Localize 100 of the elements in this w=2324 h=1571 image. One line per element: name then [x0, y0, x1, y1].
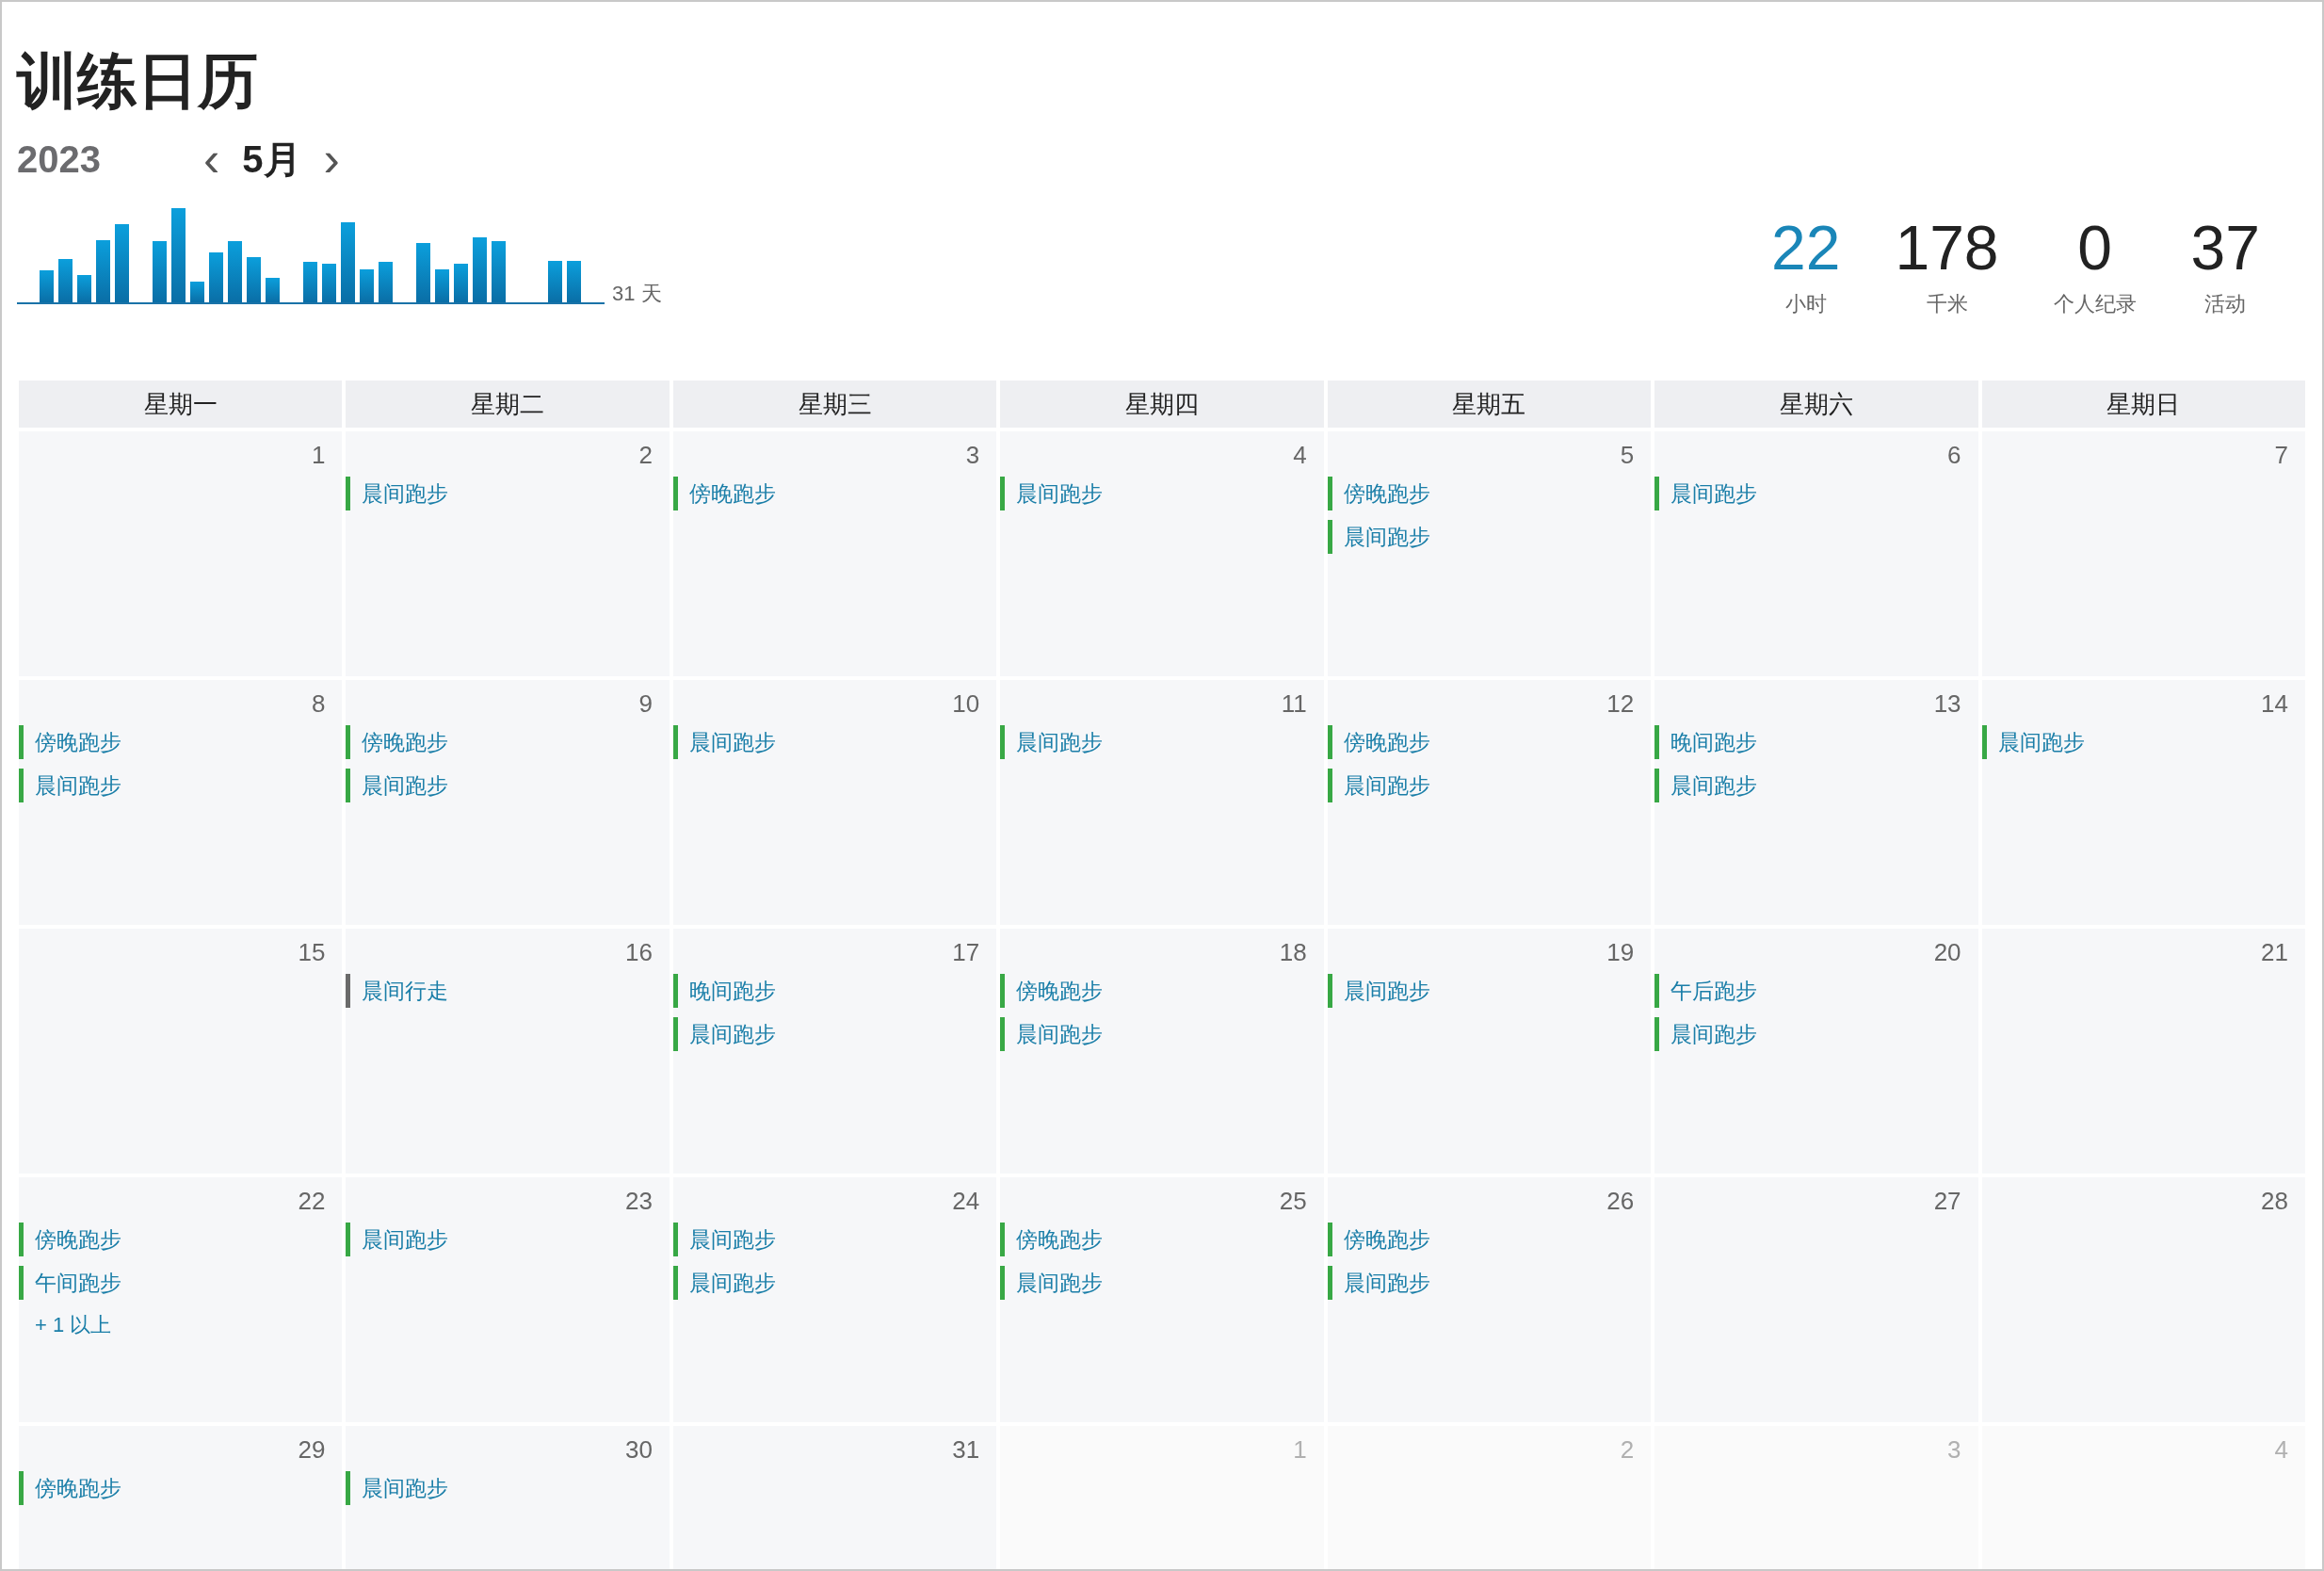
day-cell[interactable]: 23 晨间跑步 — [346, 1177, 670, 1422]
activity-type-bar — [1000, 1266, 1006, 1300]
activity-link[interactable]: 晨间跑步 — [1343, 1266, 1430, 1300]
previous-month-button[interactable]: ‹ — [196, 135, 228, 184]
day-cell[interactable]: 2 晨间跑步 — [346, 431, 670, 676]
activity-link[interactable]: 傍晚跑步 — [688, 477, 776, 510]
day-number: 8 — [311, 691, 326, 716]
activity-bar — [303, 262, 317, 302]
activity-link[interactable]: 傍晚跑步 — [1343, 477, 1430, 510]
day-number: 22 — [298, 1189, 326, 1213]
day-cell[interactable]: 25 傍晚跑步 晨间跑步 — [1000, 1177, 1324, 1422]
day-cell[interactable]: 22 傍晚跑步 午间跑步 + 1 以上 — [19, 1177, 343, 1422]
activity-bar — [40, 270, 54, 302]
day-cell[interactable]: 21 — [1981, 929, 2305, 1174]
day-cell[interactable]: 27 — [1654, 1177, 1978, 1422]
day-number: 21 — [2261, 940, 2288, 964]
activity-link[interactable]: 晨间跑步 — [1016, 1017, 1104, 1051]
day-cell[interactable]: 11 晨间跑步 — [1000, 680, 1324, 925]
day-cell[interactable]: 17 晚间跑步 晨间跑步 — [672, 929, 997, 1174]
day-cell[interactable]: 24 晨间跑步 晨间跑步 — [672, 1177, 997, 1422]
activity-type-bar — [1327, 477, 1332, 510]
day-cell[interactable]: 31 — [672, 1426, 997, 1569]
day-number: 3 — [1947, 1437, 1961, 1462]
activity-link[interactable]: 晨间跑步 — [688, 725, 776, 759]
activity-link[interactable]: 傍晚跑步 — [1343, 725, 1430, 759]
activity-link[interactable]: 晨间跑步 — [688, 1223, 776, 1256]
day-cell[interactable]: 12 傍晚跑步 晨间跑步 — [1327, 680, 1652, 925]
day-cell[interactable]: 10 晨间跑步 — [672, 680, 997, 925]
activity-link[interactable]: 晨间跑步 — [35, 769, 121, 802]
activity-link[interactable]: 晨间跑步 — [362, 769, 449, 802]
activity-type-bar — [346, 769, 351, 802]
activity-bar — [473, 237, 487, 302]
day-cell[interactable]: 28 — [1981, 1177, 2305, 1422]
activity-link[interactable]: 午间跑步 — [35, 1266, 121, 1300]
activity-link[interactable]: 傍晚跑步 — [1343, 1223, 1430, 1256]
activity-type-bar — [672, 725, 678, 759]
activity-type-bar — [1654, 1017, 1660, 1051]
activity-link[interactable]: 晨间跑步 — [688, 1017, 776, 1051]
day-number: 2 — [1620, 1437, 1635, 1462]
activity-link[interactable]: 晨间跑步 — [1670, 769, 1758, 802]
day-number: 25 — [1279, 1189, 1307, 1213]
activity-type-bar — [1327, 769, 1332, 802]
activity-link[interactable]: 晨间跑步 — [688, 1266, 776, 1300]
more-activities-link[interactable]: + 1 以上 — [35, 1309, 112, 1340]
day-cell[interactable]: 15 — [19, 929, 343, 1174]
activity-link[interactable]: 傍晚跑步 — [1016, 1223, 1104, 1256]
activity-link[interactable]: 晨间跑步 — [1670, 477, 1758, 510]
day-cell[interactable]: 7 — [1981, 431, 2305, 676]
activity-link[interactable]: 傍晚跑步 — [362, 725, 449, 759]
day-cell[interactable]: 6 晨间跑步 — [1654, 431, 1978, 676]
day-cell[interactable]: 30 晨间跑步 — [346, 1426, 670, 1569]
day-cell[interactable]: 18 傍晚跑步 晨间跑步 — [1000, 929, 1324, 1174]
activity-link[interactable]: 晨间跑步 — [362, 1223, 449, 1256]
activity-link[interactable]: 晨间跑步 — [362, 477, 449, 510]
day-number: 23 — [624, 1189, 653, 1213]
stat-value: 178 — [1895, 217, 1999, 279]
activity-link[interactable]: 晨间跑步 — [1343, 769, 1430, 802]
day-cell[interactable]: 14 晨间跑步 — [1981, 680, 2305, 925]
activity-type-bar — [19, 769, 24, 802]
activity-link[interactable]: 傍晚跑步 — [35, 725, 121, 759]
next-month-button[interactable]: › — [315, 135, 347, 184]
day-cell[interactable]: 4 晨间跑步 — [1000, 431, 1324, 676]
activity-link[interactable]: 晚间跑步 — [688, 974, 776, 1008]
activity-link[interactable]: 晨间跑步 — [1016, 1266, 1104, 1300]
activity-type-bar — [1000, 725, 1006, 759]
activity-link[interactable]: 晨间跑步 — [362, 1471, 449, 1505]
activity-link[interactable]: 晨间跑步 — [1343, 520, 1430, 554]
activity-link[interactable]: 傍晚跑步 — [35, 1471, 121, 1505]
activity-link[interactable]: 傍晚跑步 — [35, 1223, 121, 1256]
activity-link[interactable]: 晨间行走 — [362, 974, 449, 1008]
stat-label: 个人纪录 — [2053, 291, 2137, 317]
day-cell[interactable]: 19 晨间跑步 — [1327, 929, 1652, 1174]
activity-bar — [209, 252, 223, 302]
day-cell[interactable]: 3 傍晚跑步 — [672, 431, 997, 676]
stat-label: 活动 — [2204, 291, 2247, 317]
activity-bar — [266, 278, 280, 302]
weekday-header: 星期日 — [1981, 381, 2305, 428]
day-number: 10 — [952, 691, 980, 716]
activity-type-bar — [346, 1223, 351, 1256]
day-cell[interactable]: 9 傍晚跑步 晨间跑步 — [346, 680, 670, 925]
activity-link[interactable]: 晚间跑步 — [1670, 725, 1758, 759]
day-cell[interactable]: 16 晨间行走 — [346, 929, 670, 1174]
day-number: 30 — [624, 1437, 653, 1462]
day-cell[interactable]: 20 午后跑步 晨间跑步 — [1654, 929, 1978, 1174]
day-cell[interactable]: 5 傍晚跑步 晨间跑步 — [1327, 431, 1652, 676]
activity-link[interactable]: 午后跑步 — [1670, 974, 1758, 1008]
day-cell[interactable]: 29 傍晚跑步 — [19, 1426, 343, 1569]
day-cell[interactable]: 1 — [19, 431, 343, 676]
day-cell[interactable]: 13 晚间跑步 晨间跑步 — [1654, 680, 1978, 925]
activity-link[interactable]: 傍晚跑步 — [1016, 974, 1104, 1008]
activity-link[interactable]: 晨间跑步 — [1670, 1017, 1758, 1051]
activity-link[interactable]: 晨间跑步 — [1016, 725, 1104, 759]
activity-link[interactable]: 晨间跑步 — [1016, 477, 1104, 510]
activity-link[interactable]: 晨间跑步 — [1997, 725, 2085, 759]
day-cell[interactable]: 8 傍晚跑步 晨间跑步 — [19, 680, 343, 925]
stat-label: 小时 — [1784, 291, 1827, 317]
days-caption: 31 天 — [612, 281, 662, 307]
activity-link[interactable]: 晨间跑步 — [1343, 974, 1430, 1008]
day-cell[interactable]: 26 傍晚跑步 晨间跑步 — [1327, 1177, 1652, 1422]
activity-bar — [416, 243, 430, 302]
